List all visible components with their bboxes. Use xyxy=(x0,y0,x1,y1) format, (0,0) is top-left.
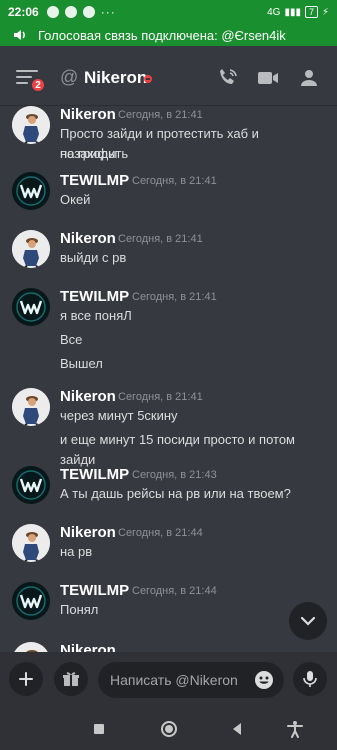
app-icon xyxy=(82,6,95,18)
members-icon[interactable] xyxy=(297,66,321,90)
emoji-icon[interactable] xyxy=(254,670,274,690)
avatar[interactable] xyxy=(12,106,50,144)
unread-badge: 2 xyxy=(30,77,46,93)
message-list[interactable]: Nikeron Сегодня, в 21:41 Просто зайди и пр… xyxy=(0,106,337,652)
speaker-icon xyxy=(14,30,25,40)
message-timestamp: Сегодня, в 21:41 xyxy=(132,291,217,303)
message-text[interactable]: я все поняЛ xyxy=(60,306,330,326)
message-text[interactable]: Все xyxy=(60,330,330,350)
message-author[interactable]: Nikeron xyxy=(60,230,116,247)
message-text[interactable]: и еще минут 15 посиди просто и потом зай… xyxy=(60,430,330,470)
status-right: 4G ▮▮▮ 7 ⚡ xyxy=(267,6,329,18)
message-author[interactable]: TEWILMP xyxy=(60,172,129,189)
status-time: 22:06 xyxy=(8,5,39,19)
video-call-icon[interactable] xyxy=(256,66,280,90)
voice-banner-text: Голосовая связь подключена: @Єrsen4ik xyxy=(38,27,286,43)
notification-icons: ··· xyxy=(46,5,116,19)
avatar[interactable] xyxy=(12,230,50,268)
avatar[interactable] xyxy=(12,524,50,562)
system-nav-bar xyxy=(0,708,337,750)
message-author[interactable]: TEWILMP xyxy=(60,288,129,305)
message-timestamp: Сегодня, в 21:44 xyxy=(132,585,217,597)
status-bar: 22:06 ··· 4G ▮▮▮ 7 ⚡ xyxy=(0,0,337,24)
message-timestamp: Сегодня, в 21:43 xyxy=(132,469,217,481)
discord-icon xyxy=(46,6,59,18)
avatar[interactable] xyxy=(12,172,50,210)
dnd-status-icon xyxy=(144,75,152,83)
message-author[interactable]: TEWILMP xyxy=(60,582,129,599)
message-text[interactable]: Вышел xyxy=(60,354,330,374)
message-text[interactable]: выйди с рв xyxy=(60,248,330,268)
message-timestamp: Сегодня, в 21:41 xyxy=(118,391,203,403)
avatar[interactable] xyxy=(12,288,50,326)
avatar[interactable] xyxy=(12,642,50,652)
recents-icon[interactable] xyxy=(90,720,108,738)
message-timestamp: Сегодня, в 21:41 xyxy=(118,233,203,245)
message-text[interactable]: на рв xyxy=(60,542,330,562)
message-timestamp: Сегодня, в 21:41 xyxy=(118,109,203,121)
more-notifications-icon: ··· xyxy=(100,5,116,19)
battery-level: 7 xyxy=(304,6,318,18)
avatar[interactable] xyxy=(12,582,50,620)
chevron-down-icon xyxy=(300,616,316,626)
dm-title[interactable]: Nikeron xyxy=(84,68,147,88)
message-author[interactable]: Nikeron xyxy=(60,524,116,541)
message-text[interactable]: через минут 5скину xyxy=(60,406,330,426)
back-icon[interactable] xyxy=(228,720,246,738)
avatar[interactable] xyxy=(12,466,50,504)
signal-icon: ▮▮▮ xyxy=(284,6,301,18)
discord-icon xyxy=(64,6,77,18)
message-author[interactable]: Nikeron xyxy=(60,388,116,405)
message-text[interactable]: Окей xyxy=(60,190,330,210)
message-text[interactable]: на грифы xyxy=(60,144,330,164)
message-text[interactable]: А ты дашь рейсы на рв или на твоем? xyxy=(60,484,330,504)
voice-message-button[interactable] xyxy=(293,662,327,696)
message-author[interactable]: Nikeron xyxy=(60,106,116,123)
charging-icon: ⚡ xyxy=(321,6,329,18)
message-composer xyxy=(0,652,337,708)
message-timestamp: Сегодня, в 21:41 xyxy=(132,175,217,187)
scroll-to-bottom-button[interactable] xyxy=(289,602,327,640)
voice-connected-banner[interactable]: Голосовая связь подключена: @Єrsen4ik xyxy=(0,24,337,46)
network-label: 4G xyxy=(267,6,281,18)
home-icon[interactable] xyxy=(160,720,178,738)
at-icon: @ xyxy=(60,67,79,87)
message-author[interactable]: TEWILMP xyxy=(60,466,129,483)
message-author[interactable]: Nikeron xyxy=(60,642,116,652)
microphone-icon xyxy=(303,671,317,687)
add-attachment-button[interactable] xyxy=(9,662,43,696)
accessibility-icon[interactable] xyxy=(286,720,304,738)
message-timestamp: Сегодня, в 21:44 xyxy=(118,527,203,539)
gift-button[interactable] xyxy=(54,662,88,696)
gift-icon xyxy=(63,672,79,686)
plus-icon xyxy=(19,672,33,686)
channel-header: 2 @ Nikeron xyxy=(0,46,337,106)
voice-call-icon[interactable] xyxy=(216,66,240,90)
avatar[interactable] xyxy=(12,388,50,426)
